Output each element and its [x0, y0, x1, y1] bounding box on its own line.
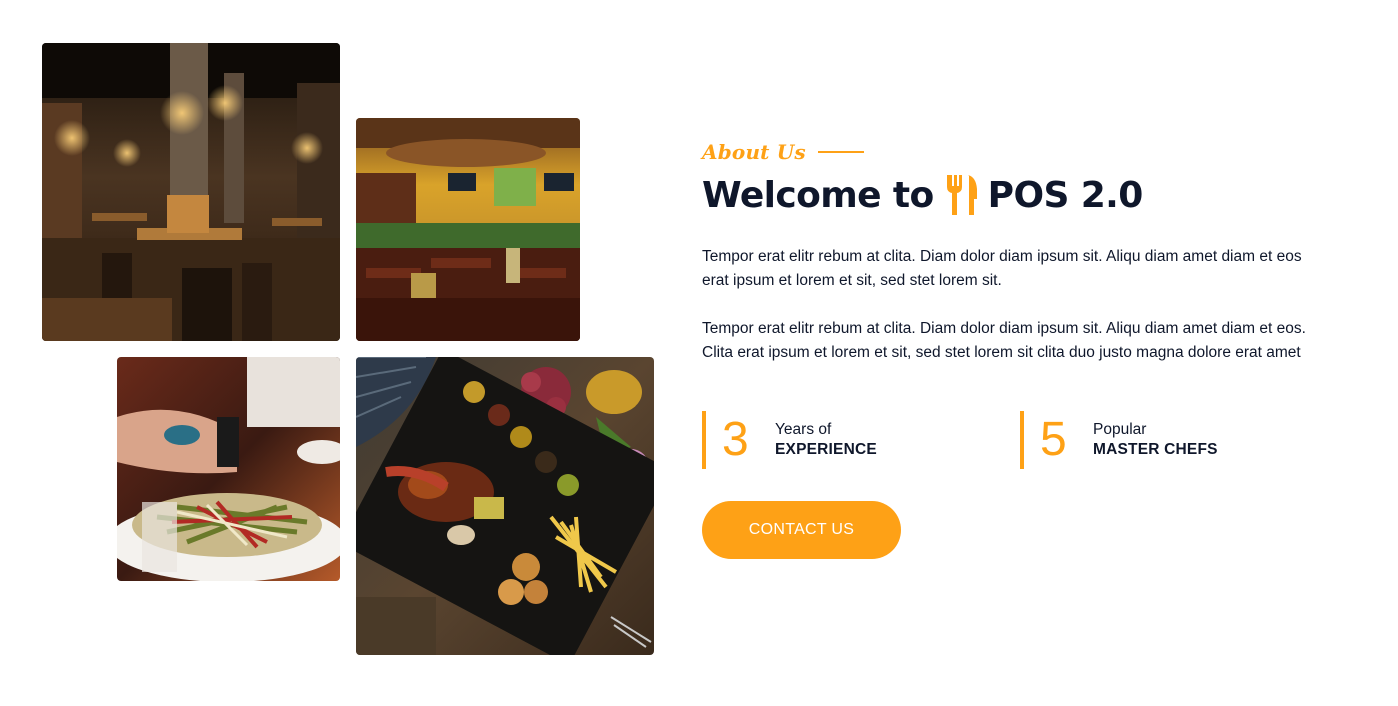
salad-dish-photo [117, 357, 340, 581]
stat-number: 3 [722, 413, 749, 466]
stat-label: Popular [1093, 421, 1147, 438]
stat-number: 5 [1040, 413, 1067, 466]
stat-master-chefs: 5 Popular MASTER CHEFS [1020, 411, 1218, 469]
about-paragraph-1: Tempor erat elitr rebum at clita. Diam d… [702, 248, 1302, 289]
about-us-label: About Us [702, 140, 806, 164]
stat-label: Years of [775, 421, 832, 438]
page-title: Welcome to POS 2.0 [702, 170, 1143, 220]
brand-name: POS 2.0 [987, 174, 1144, 216]
about-us-eyebrow: About Us [702, 137, 864, 167]
headline-prefix: Welcome to [702, 174, 934, 216]
stat-title: EXPERIENCE [775, 441, 877, 458]
about-us-divider [817, 151, 864, 153]
grilled-platter-photo [356, 357, 654, 655]
utensils-icon [944, 173, 980, 217]
stat-title: MASTER CHEFS [1093, 441, 1218, 458]
contact-us-button[interactable]: CONTACT US [702, 501, 901, 559]
about-paragraph-2: Tempor erat elitr rebum at clita. Diam d… [702, 320, 1306, 361]
restaurant-interior-photo-1 [42, 43, 340, 341]
stat-experience: 3 Years of EXPERIENCE [702, 411, 877, 469]
restaurant-interior-photo-2 [356, 118, 580, 341]
